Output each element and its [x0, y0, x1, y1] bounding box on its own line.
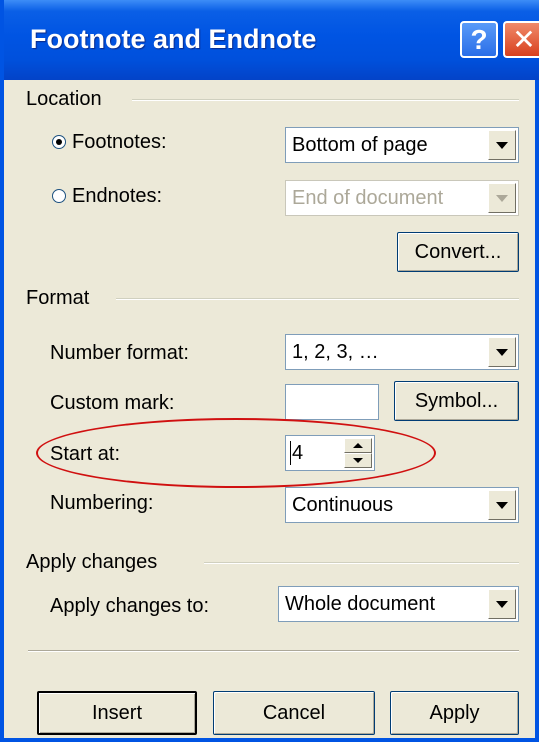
endnotes-location-value: End of document — [292, 187, 444, 209]
format-group-label: Format — [26, 287, 100, 310]
footnotes-label: Footnotes: — [72, 131, 167, 153]
apply-changes-to-value: Whole document — [285, 593, 436, 615]
location-group-line — [132, 99, 519, 101]
title-bar[interactable]: Footnote and Endnote ? ✕ — [4, 0, 539, 80]
dropdown-arrow-button[interactable] — [488, 589, 516, 619]
symbol-button-label: Symbol... — [414, 389, 499, 412]
spin-up-button[interactable] — [344, 438, 372, 453]
location-group-label: Location — [26, 88, 112, 111]
chevron-down-icon — [496, 600, 508, 608]
numbering-select[interactable]: Continuous — [285, 487, 519, 523]
endnotes-label: Endnotes: — [72, 185, 163, 207]
endnotes-radio[interactable] — [52, 189, 66, 203]
close-button[interactable]: ✕ — [503, 21, 539, 58]
number-format-select[interactable]: 1, 2, 3, … — [285, 334, 519, 370]
insert-button[interactable]: Insert — [37, 691, 197, 735]
start-at-label: Start at: — [50, 443, 121, 465]
dropdown-arrow-button — [488, 183, 516, 213]
custom-mark-label: Custom mark: — [50, 392, 175, 414]
convert-button-label: Convert... — [414, 240, 502, 263]
apply-changes-group-label: Apply changes — [26, 551, 168, 574]
chevron-down-icon — [496, 194, 508, 202]
footnote-endnote-dialog: Footnote and Endnote ? ✕ Location Footno… — [0, 0, 539, 742]
spinner-buttons — [344, 438, 372, 468]
number-format-label: Number format: — [50, 342, 189, 364]
convert-button[interactable]: Convert... — [397, 232, 519, 272]
symbol-button[interactable]: Symbol... — [394, 381, 519, 421]
window-title: Footnote and Endnote — [30, 24, 317, 54]
chevron-down-icon — [496, 348, 508, 356]
numbering-value: Continuous — [292, 494, 394, 516]
footnotes-location-value: Bottom of page — [292, 134, 428, 156]
apply-changes-to-label: Apply changes to: — [50, 595, 209, 617]
bottom-separator — [28, 650, 519, 652]
arrow-up-icon — [353, 443, 363, 448]
help-icon: ? — [470, 23, 488, 55]
number-format-value: 1, 2, 3, … — [292, 341, 379, 363]
apply-button-label: Apply — [429, 701, 480, 724]
numbering-label: Numbering: — [50, 492, 154, 514]
text-caret — [290, 441, 291, 465]
custom-mark-input[interactable] — [285, 384, 379, 420]
spin-down-button[interactable] — [344, 453, 372, 468]
radio-selected-dot — [56, 139, 62, 145]
chevron-down-icon — [496, 141, 508, 149]
apply-button[interactable]: Apply — [390, 691, 519, 735]
format-group-line — [116, 298, 519, 300]
start-at-value: 4 — [292, 442, 304, 464]
dropdown-arrow-button[interactable] — [488, 337, 516, 367]
chevron-down-icon — [496, 501, 508, 509]
footnotes-radio[interactable] — [52, 135, 66, 149]
footnotes-location-select[interactable]: Bottom of page — [285, 127, 519, 163]
endnotes-location-select: End of document — [285, 180, 519, 216]
apply-changes-group-line — [204, 562, 519, 564]
cancel-button-label: Cancel — [262, 701, 326, 724]
apply-changes-to-select[interactable]: Whole document — [278, 586, 519, 622]
dropdown-arrow-button[interactable] — [488, 490, 516, 520]
insert-button-label: Insert — [91, 701, 143, 724]
start-at-spinner[interactable]: 4 — [285, 435, 375, 471]
close-icon: ✕ — [512, 23, 536, 55]
arrow-down-icon — [353, 458, 363, 463]
dropdown-arrow-button[interactable] — [488, 130, 516, 160]
help-button[interactable]: ? — [460, 21, 498, 58]
cancel-button[interactable]: Cancel — [213, 691, 375, 735]
